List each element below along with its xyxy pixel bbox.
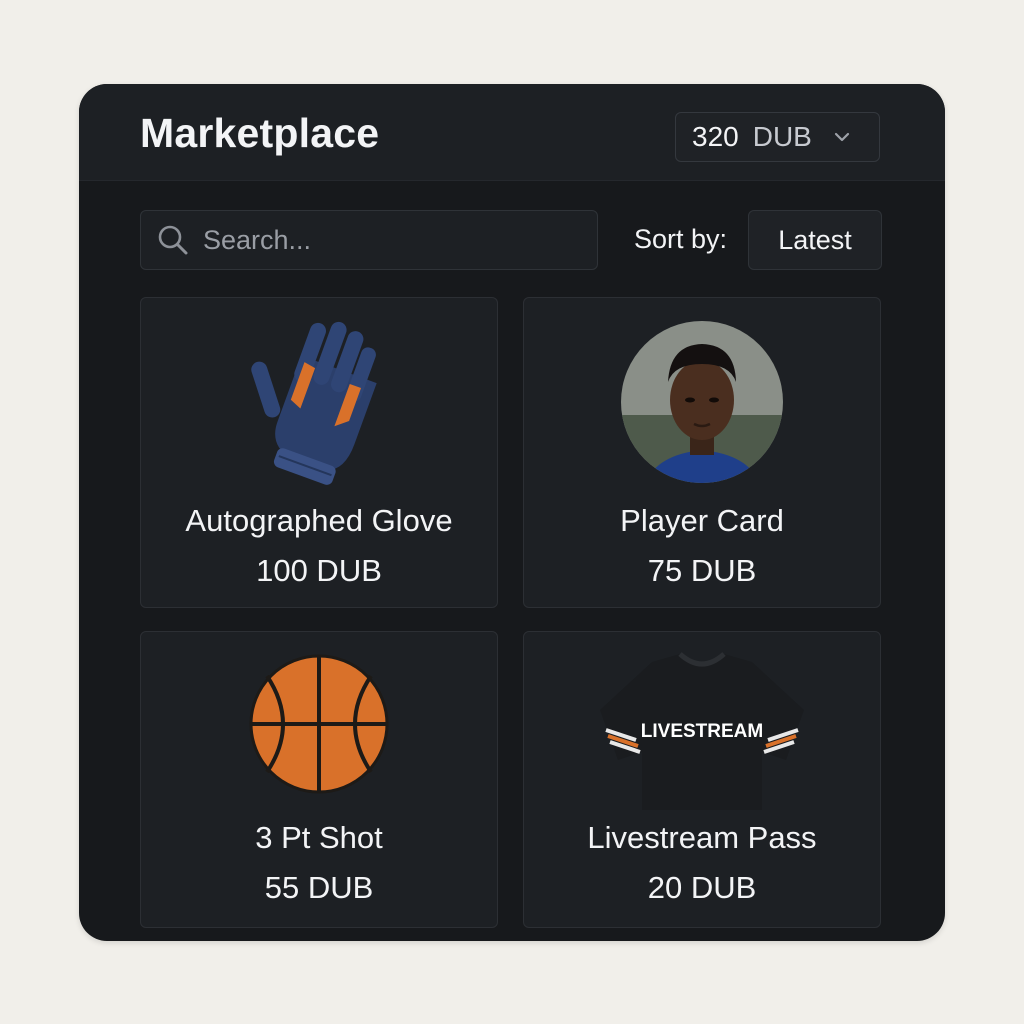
item-price: 55 DUB bbox=[264, 870, 374, 905]
header: Marketplace 320 DUB bbox=[79, 84, 945, 181]
item-price: 20 DUB bbox=[647, 870, 757, 905]
search-box[interactable] bbox=[140, 210, 598, 270]
item-price: 75 DUB bbox=[647, 553, 757, 588]
item-name: Livestream Pass bbox=[587, 820, 817, 855]
marketplace-panel: Marketplace 320 DUB Sort by: Latest bbox=[79, 84, 945, 941]
page-title: Marketplace bbox=[140, 110, 380, 156]
jersey-text: LIVESTREAM bbox=[641, 721, 763, 742]
item-card[interactable]: Player Card 75 DUB bbox=[523, 297, 881, 608]
sort-select[interactable]: Latest bbox=[748, 210, 882, 270]
chevron-down-icon bbox=[832, 127, 852, 147]
item-name: Autographed Glove bbox=[185, 503, 453, 538]
balance-currency: DUB bbox=[752, 121, 812, 152]
item-card[interactable]: 3 Pt Shot 55 DUB bbox=[140, 631, 498, 928]
item-card[interactable]: Autographed Glove 100 DUB bbox=[140, 297, 498, 608]
player-portrait bbox=[524, 320, 880, 485]
item-card[interactable]: LIVESTREAM Livestream Pass 20 DUB bbox=[523, 631, 881, 928]
balance-dropdown[interactable]: 320 DUB bbox=[675, 112, 880, 162]
item-name: Player Card bbox=[620, 503, 784, 538]
search-icon bbox=[155, 222, 191, 258]
glove-image bbox=[141, 320, 497, 485]
item-name: 3 Pt Shot bbox=[255, 820, 383, 855]
search-input[interactable] bbox=[201, 223, 575, 257]
sort-label: Sort by: bbox=[634, 224, 728, 254]
item-price: 100 DUB bbox=[256, 553, 382, 588]
jersey-image: LIVESTREAM bbox=[524, 652, 880, 810]
balance-amount: 320 bbox=[692, 121, 739, 152]
basketball-image bbox=[141, 654, 497, 809]
